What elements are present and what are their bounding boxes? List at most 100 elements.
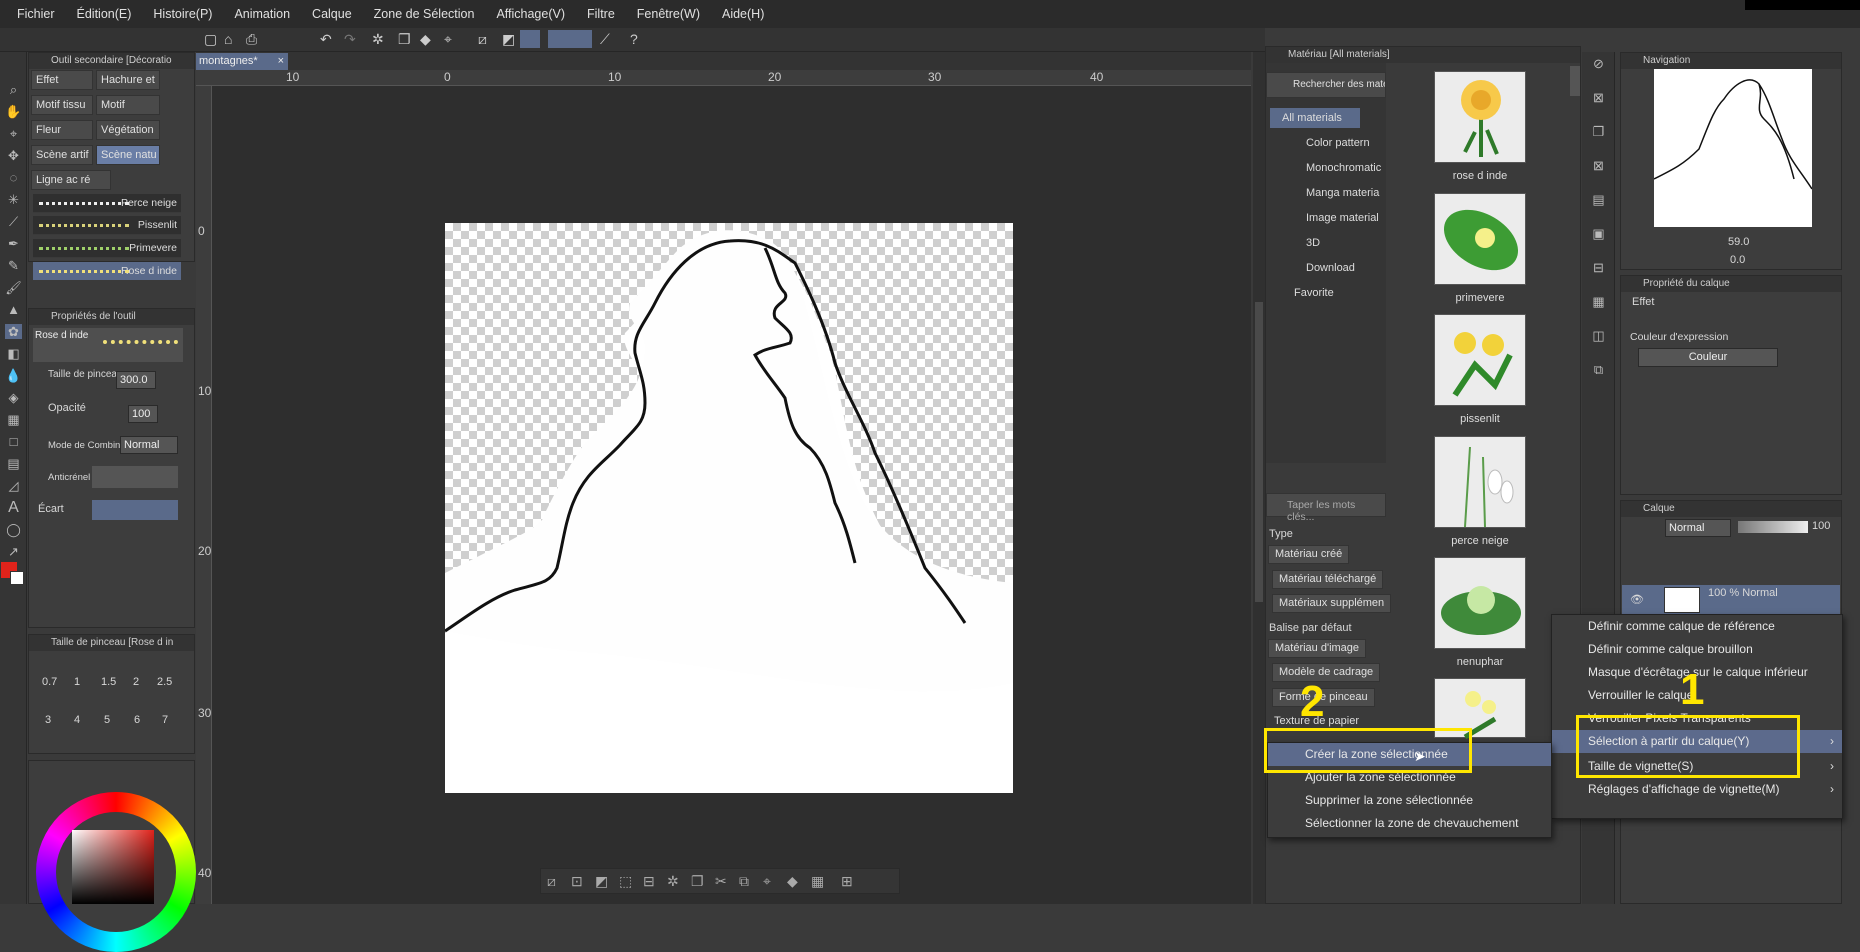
paste-icon[interactable]: ⧉ [739, 873, 749, 890]
move-icon[interactable]: ✥ [5, 148, 22, 163]
tree-3d[interactable]: 3D [1282, 233, 1320, 253]
fill-icon[interactable]: ◆ [787, 873, 798, 890]
pencil-icon[interactable]: ✎ [5, 258, 22, 273]
tree-all-materials[interactable]: All materials [1270, 108, 1360, 128]
panel-icon[interactable]: ▦ [1590, 294, 1607, 309]
decoration-icon[interactable]: ✿ [5, 324, 22, 339]
subtool-scene-naturelle[interactable]: Scène natu [96, 145, 160, 165]
shrink-icon[interactable]: ⊟ [643, 873, 655, 890]
menu-calque[interactable]: Calque [301, 7, 363, 21]
rotation-value[interactable]: 0.0 [1730, 254, 1745, 266]
redo-icon[interactable]: ↷ [344, 31, 356, 48]
submenu-intersect-selection[interactable]: Sélectionner la zone de chevauchement [1268, 812, 1551, 835]
submenu-remove-selection[interactable]: Supprimer la zone sélectionnée [1268, 789, 1551, 812]
subtool-motif-tissu[interactable]: Motif tissu [31, 95, 93, 115]
panel-icon[interactable]: ▤ [1590, 192, 1607, 207]
tree-download[interactable]: Download [1282, 258, 1355, 278]
layer-row[interactable]: 👁 100 % Normal [1622, 585, 1840, 615]
menu-zone-selection[interactable]: Zone de Sélection [363, 7, 486, 21]
fill-icon[interactable]: ◆ [420, 31, 431, 48]
text-icon[interactable]: A [5, 500, 22, 516]
expression-color-select[interactable]: Couleur [1638, 348, 1778, 367]
panel-icon[interactable]: ⊟ [1590, 260, 1607, 275]
lasso-icon[interactable]: ◌ [5, 170, 22, 185]
ruler-snap-icon[interactable] [548, 30, 592, 48]
ruler-icon[interactable]: ◿ [5, 478, 22, 493]
size-preset[interactable]: 1.5 [101, 676, 116, 688]
size-preset[interactable]: 0.7 [42, 676, 57, 688]
fill-bucket-icon[interactable]: ◈ [5, 390, 22, 405]
opacity-value[interactable]: 100 [128, 405, 158, 423]
subtool-hachure[interactable]: Hachure et [96, 70, 160, 90]
menu-aide[interactable]: Aide(H) [711, 7, 775, 21]
menu-edition[interactable]: Édition(E) [66, 7, 143, 21]
spacing-select[interactable] [92, 500, 178, 520]
more-icon[interactable]: ⊞ [841, 873, 853, 890]
selection-tool-icon[interactable]: ✲ [372, 31, 384, 48]
size-preset[interactable]: 1 [74, 676, 80, 688]
tree-favorite[interactable]: Favorite [1282, 283, 1334, 303]
canvas-document[interactable] [444, 223, 1013, 793]
scrollbar-thumb[interactable] [1255, 302, 1263, 602]
size-preset[interactable]: 2 [133, 676, 139, 688]
transform-icon[interactable]: ⌖ [763, 873, 771, 890]
close-tab-icon[interactable]: × [278, 53, 284, 70]
cut-icon[interactable]: ✂ [715, 873, 727, 890]
zoom-value[interactable]: 59.0 [1728, 236, 1749, 248]
magic-wand-icon[interactable]: ✳ [5, 192, 22, 207]
brush-icon[interactable]: 🖌 [5, 280, 22, 295]
snap-grid-icon[interactable]: ◩ [502, 31, 515, 48]
layer-blend-select[interactable]: Normal [1665, 519, 1731, 537]
panel-icon[interactable]: ❐ [1590, 124, 1607, 139]
transform-icon[interactable]: ⌖ [444, 31, 452, 48]
deselect-icon[interactable]: ⧄ [547, 873, 556, 890]
operation-icon[interactable]: ⌖ [5, 126, 22, 141]
gradient-icon[interactable]: ▦ [5, 412, 22, 427]
menu-affichage[interactable]: Affichage(V) [485, 7, 576, 21]
brush-rose-d-inde[interactable]: Rose d inde [33, 262, 181, 281]
subtool-fleur[interactable]: Fleur [31, 120, 93, 140]
tree-color-pattern[interactable]: Color pattern [1282, 133, 1370, 153]
save-icon[interactable]: ⎙ [246, 31, 257, 48]
panel-icon[interactable]: ▣ [1590, 226, 1607, 241]
size-preset[interactable]: 2.5 [157, 676, 172, 688]
new-file-icon[interactable]: ▢ [204, 31, 217, 48]
correct-line-icon[interactable]: ↗ [5, 544, 22, 559]
open-file-icon[interactable]: ⌂ [224, 31, 232, 47]
airbrush-icon[interactable]: ▲ [5, 302, 22, 317]
zoom-icon[interactable]: ⌕ [5, 82, 22, 97]
tag-modele-cadrage[interactable]: Modèle de cadrage [1272, 663, 1381, 682]
size-preset[interactable]: 5 [104, 714, 110, 726]
layer-opacity-slider[interactable] [1738, 521, 1808, 533]
canvas-scrollbar[interactable] [1253, 52, 1265, 904]
canvas-tab[interactable]: montagnes* × [196, 53, 288, 70]
tag-materiaux-supplementaires[interactable]: Matériaux supplémen [1272, 594, 1392, 613]
material-thumbnail[interactable] [1434, 436, 1526, 528]
blend-mode-select[interactable]: Normal [120, 436, 178, 454]
material-thumbnail[interactable] [1434, 314, 1526, 406]
figure-icon[interactable]: □ [5, 434, 22, 449]
menu-filtre[interactable]: Filtre [576, 7, 626, 21]
panel-icon[interactable]: ⊘ [1590, 56, 1607, 71]
eye-icon[interactable]: 👁 [1630, 593, 1644, 606]
size-preset[interactable]: 3 [45, 714, 51, 726]
menu-fenetre[interactable]: Fenêtre(W) [626, 7, 711, 21]
subtool-scene-artif[interactable]: Scène artif [31, 145, 93, 165]
subtool-effet[interactable]: Effet [31, 70, 93, 90]
expand-icon[interactable]: ⬚ [619, 873, 632, 890]
help-icon[interactable]: ? [630, 31, 638, 47]
copy-icon[interactable]: ❐ [398, 31, 411, 48]
tree-monochromatic[interactable]: Monochromatic [1282, 158, 1381, 178]
pen-icon[interactable]: ✒ [5, 236, 22, 251]
material-scrollbar[interactable] [1570, 66, 1580, 96]
panel-icon[interactable]: ⧉ [1590, 362, 1607, 377]
brush-perce-neige[interactable]: Perce neige [33, 194, 181, 213]
tree-manga-material[interactable]: Manga materia [1282, 183, 1379, 203]
tree-image-material[interactable]: Image material [1282, 208, 1379, 228]
panel-icon[interactable]: ⊠ [1590, 90, 1607, 105]
menu-item-reference-layer[interactable]: Définir comme calque de référence [1552, 615, 1842, 638]
copy-layer-icon[interactable]: ❐ [691, 873, 704, 890]
subtool-ligne[interactable]: Ligne ac ré [31, 170, 111, 190]
hand-icon[interactable]: ✋ [5, 104, 22, 119]
size-preset[interactable]: 7 [162, 714, 168, 726]
